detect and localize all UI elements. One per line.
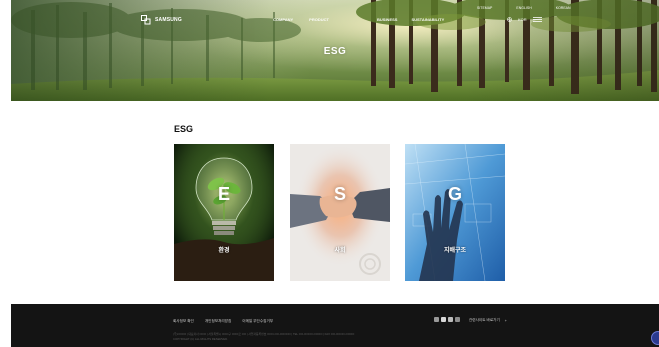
nav-item-company[interactable]: COMPANY <box>273 17 293 22</box>
esg-card-environment[interactable]: E 환경 <box>174 144 274 281</box>
family-site-label: 관련사이트 바로가기 <box>469 318 500 322</box>
site-footer: 회사정보 확인 개인정보처리방침 이메일 무단수집거부 (주)OOOO | 대표… <box>11 304 659 347</box>
lightbulb-plant-image <box>174 144 274 281</box>
card-label-governance: 지배구조 <box>443 248 467 254</box>
card-letter-s: S <box>333 184 346 204</box>
logo-icon <box>141 15 151 25</box>
esg-card-governance[interactable]: G 지배구조 <box>405 144 505 281</box>
main-nav-right: BUSINESS SUSTAINABILITY <box>377 17 444 22</box>
top-utility-links: SITEMAP ENGLISH KOREAN <box>477 6 571 10</box>
footer-link-email-refusal[interactable]: 이메일 무단수집거부 <box>242 319 273 324</box>
nav-item-sustainability[interactable]: SUSTAINABILITY <box>411 17 444 22</box>
sns-icon-1[interactable] <box>434 317 439 322</box>
language-selector[interactable]: KOR <box>518 17 527 22</box>
util-link-english[interactable]: ENGLISH <box>516 6 531 10</box>
footer-sns-icons <box>434 317 460 322</box>
util-link-sitemap[interactable]: SITEMAP <box>477 6 492 10</box>
sns-icon-3[interactable] <box>448 317 453 322</box>
section-title: ESG <box>174 124 194 134</box>
footer-links: 회사정보 확인 개인정보처리방침 이메일 무단수집거부 <box>173 319 273 324</box>
card-label-social: 사회 <box>334 248 346 254</box>
footer-copyright: COPYRIGHT (C) ALL RIGHTS RESERVED. <box>173 337 228 341</box>
site-logo[interactable]: SAMSUNG <box>141 15 182 25</box>
logo-text: SAMSUNG <box>155 17 182 23</box>
nav-item-business[interactable]: BUSINESS <box>377 17 397 22</box>
footer-link-privacy-policy[interactable]: 개인정보처리방침 <box>205 319 231 324</box>
family-site-selector[interactable]: 관련사이트 바로가기 + <box>469 318 507 323</box>
esg-card-social[interactable]: S 사회 <box>290 144 390 281</box>
sns-icon-2[interactable] <box>441 317 446 322</box>
globe-icon[interactable] <box>507 17 512 22</box>
hero-title: ESG <box>323 46 347 57</box>
plus-icon: + <box>504 318 507 323</box>
main-nav-left: COMPANY PRODUCT <box>273 17 329 22</box>
hero-banner: SITEMAP ENGLISH KOREAN SAMSUNG COMPANY P… <box>11 0 659 101</box>
handshake-image <box>290 144 390 281</box>
footer-company-info: (주)OOOO | 대표이사 OOO | 서울특별시 OOO구 OOO로 OO … <box>173 332 355 336</box>
hamburger-menu-icon[interactable] <box>532 17 542 22</box>
util-link-korean[interactable]: KOREAN <box>556 6 571 10</box>
footer-link-company-info[interactable]: 회사정보 확인 <box>173 319 194 324</box>
sns-icon-4[interactable] <box>455 317 460 322</box>
scroll-top-button[interactable] <box>651 331 659 345</box>
header-utilities: KOR <box>507 17 542 22</box>
nav-item-product[interactable]: PRODUCT <box>309 17 329 22</box>
card-letter-e: E <box>217 184 230 204</box>
digital-hand-image <box>405 144 505 281</box>
card-label-environment: 환경 <box>218 248 230 254</box>
card-letter-g: G <box>447 184 462 204</box>
